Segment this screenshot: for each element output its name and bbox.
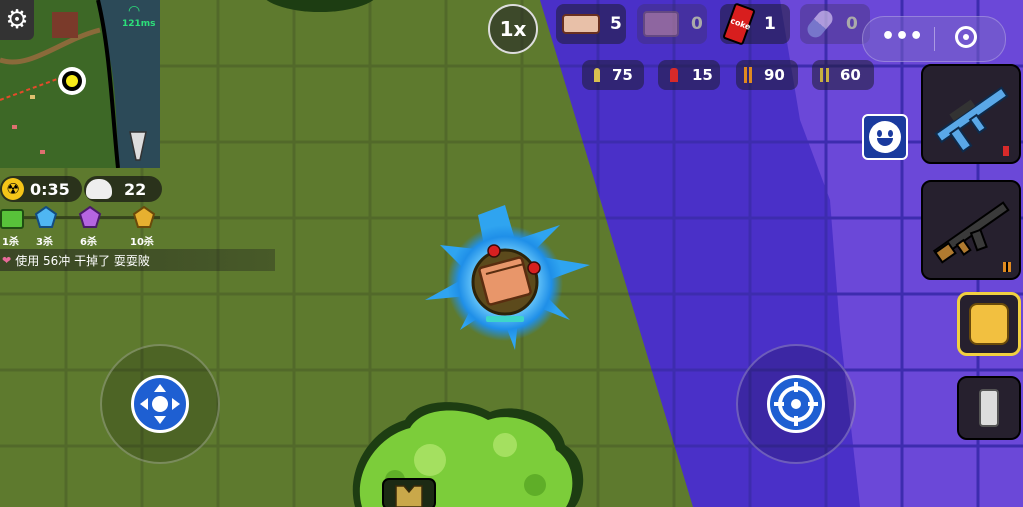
bandage-icon — [562, 14, 600, 34]
settings-gear-icon[interactable]: ⚙ — [0, 0, 34, 40]
more-menu-icon[interactable]: ••• — [881, 25, 923, 53]
spray-can-icon — [979, 389, 999, 427]
wifi-icon: ◠ — [128, 3, 141, 19]
vest-item[interactable] — [382, 478, 436, 507]
ammo-orange-count: 90 — [764, 66, 785, 84]
move-joystick[interactable] — [100, 344, 220, 464]
mini-program-capsule: ••• — [862, 16, 1006, 62]
players-alive: 22 — [124, 179, 147, 199]
players-alive-panel: 22 — [84, 176, 162, 202]
heart-icon: ❤ — [2, 253, 12, 267]
ammo-red-count: 15 — [692, 66, 713, 84]
inventory-coke[interactable]: coke 1 — [720, 2, 790, 46]
ammo-red-icon — [670, 68, 678, 82]
weapon-slot-2[interactable] — [921, 180, 1021, 280]
ammo-yellow-icon — [594, 68, 600, 82]
inventory-bandage[interactable]: 5 — [556, 4, 626, 44]
kill-feed-text: 使用 56冲 干掉了 耍耍陂 — [15, 253, 150, 268]
ammo-light-icon — [820, 68, 830, 82]
minimap[interactable]: ⚙ ◠ 121ms — [0, 0, 160, 168]
weapon-slot-1[interactable] — [921, 64, 1021, 164]
zoom-level: 1x — [499, 17, 527, 41]
assault-rifle-icon — [934, 86, 1009, 156]
ammo-orange: 90 — [736, 60, 798, 90]
ammo-orange-icon — [744, 67, 754, 83]
ammo-light-count: 60 — [840, 66, 861, 84]
gold-gem-icon — [132, 205, 156, 228]
network-latency: 121ms — [122, 19, 156, 29]
ammo-red: 15 — [658, 60, 720, 90]
aim-joystick[interactable] — [736, 344, 856, 464]
inventory-medkit[interactable]: 0 — [637, 4, 707, 44]
medkit-count: 0 — [691, 14, 703, 34]
move-arrows-icon — [131, 375, 189, 433]
zone-timer-panel: ☢ 0:35 — [0, 176, 82, 202]
pills-icon — [804, 7, 836, 41]
close-target-icon[interactable] — [955, 26, 977, 48]
kill-reward-label: 10杀 — [130, 237, 154, 248]
bandage-count: 5 — [610, 14, 622, 34]
kill-reward-label: 1杀 — [2, 237, 19, 248]
ammo-yellow: 75 — [582, 60, 644, 90]
green-chest-icon — [0, 209, 24, 229]
kill-reward-label: 3杀 — [36, 237, 53, 248]
melee-fist-slot[interactable] — [957, 292, 1021, 356]
ammo-light: 60 — [812, 60, 874, 90]
ak-rifle-icon — [932, 201, 1011, 272]
medkit-icon — [643, 11, 679, 37]
capsule-divider — [934, 27, 935, 51]
skull-icon — [86, 179, 112, 199]
inventory-pills[interactable]: 0 — [800, 4, 870, 44]
blue-gem-icon — [34, 205, 58, 228]
ammo-yellow-count: 75 — [612, 66, 633, 84]
crosshair-icon — [767, 375, 825, 433]
coke-icon: coke — [722, 2, 756, 46]
smiley-icon — [869, 121, 901, 153]
purple-gem-icon — [78, 205, 102, 228]
zone-timer: 0:35 — [30, 179, 70, 199]
grenade-slot[interactable] — [957, 376, 1021, 440]
emote-button[interactable] — [862, 114, 908, 160]
radiation-icon: ☢ — [2, 178, 24, 200]
pills-count: 0 — [846, 14, 858, 34]
zoom-scope-button[interactable]: 1x — [488, 4, 538, 54]
kill-reward-label: 6杀 — [80, 237, 97, 248]
fist-icon — [969, 303, 1009, 345]
kill-feed: ❤ 使用 56冲 干掉了 耍耍陂 — [0, 249, 275, 271]
coke-count: 1 — [764, 14, 776, 34]
